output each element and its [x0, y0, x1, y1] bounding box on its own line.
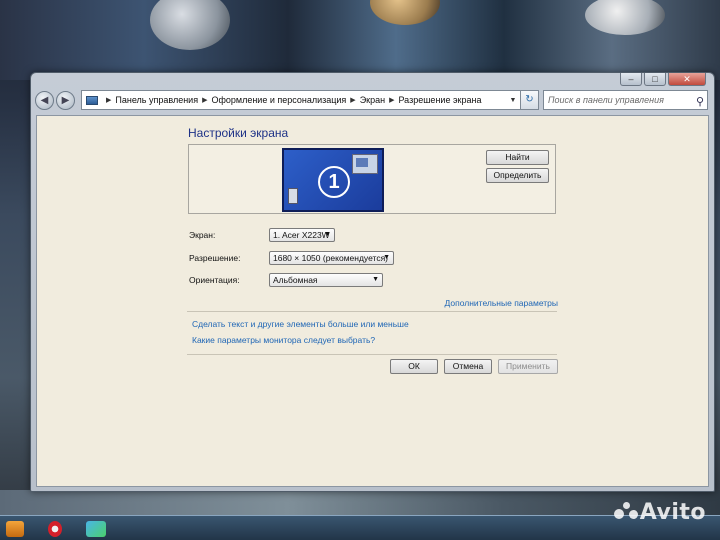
orientation-select[interactable]: Альбомная ▼ [269, 273, 383, 287]
screen-resolution-window: – □ ✕ ◀ ▶ ▶ Панель управления ▶ Оформлен… [30, 72, 715, 492]
ok-button[interactable]: ОК [390, 359, 438, 374]
monitor-layout-panel: 1 Найти Определить [188, 144, 556, 214]
address-bar[interactable]: ▶ Панель управления ▶ Оформление и персо… [81, 90, 521, 110]
address-dropdown-icon[interactable]: ▼ [506, 97, 520, 104]
monitor-number: 1 [318, 166, 350, 198]
avito-watermark: Avito [613, 500, 706, 525]
breadcrumb-screen-resolution[interactable]: Разрешение экрана [398, 95, 481, 105]
breadcrumb-control-panel[interactable]: Панель управления [115, 95, 198, 105]
window-controls: – □ ✕ [620, 73, 706, 87]
minimize-button[interactable]: – [620, 73, 642, 86]
search-input[interactable]: Поиск в панели управления ⚲ [543, 90, 708, 110]
resolution-select-value: 1680 × 1050 (рекомендуется) [273, 253, 388, 263]
avito-logo-icon [613, 500, 640, 522]
search-placeholder: Поиск в панели управления [548, 95, 664, 105]
computer-tower-icon [288, 188, 298, 204]
chevron-down-icon: ▼ [372, 276, 379, 283]
text-size-link[interactable]: Сделать текст и другие элементы больше и… [192, 319, 409, 329]
page-title: Настройки экрана [188, 126, 289, 140]
divider [187, 311, 557, 312]
orientation-label: Ориентация: [189, 275, 240, 285]
resolution-label: Разрешение: [189, 253, 241, 263]
cyclist-helmet-image [150, 0, 230, 50]
media-player-icon[interactable] [6, 521, 24, 537]
cyclist-helmet-image [370, 0, 440, 25]
screen-select[interactable]: 1. Acer X223W ▼ [269, 228, 335, 242]
screen-label: Экран: [189, 230, 216, 240]
refresh-icon[interactable]: ↻ [521, 90, 539, 110]
maximize-button[interactable]: □ [644, 73, 666, 86]
screen-select-value: 1. Acer X223W [273, 230, 330, 240]
find-button[interactable]: Найти [486, 150, 549, 165]
cyclist-helmet-image [585, 0, 665, 35]
chevron-down-icon: ▼ [324, 231, 331, 238]
desktop-wallpaper [0, 0, 720, 80]
control-panel-taskbar-icon[interactable] [86, 521, 106, 537]
close-button[interactable]: ✕ [668, 73, 706, 86]
avito-text: Avito [639, 500, 706, 525]
opera-browser-icon[interactable] [48, 521, 62, 537]
control-panel-icon [86, 95, 98, 105]
forward-button[interactable]: ▶ [56, 90, 75, 110]
breadcrumb-display[interactable]: Экран [360, 95, 385, 105]
orientation-select-value: Альбомная [273, 275, 318, 285]
navigation-bar: ◀ ▶ ▶ Панель управления ▶ Оформление и п… [35, 87, 708, 113]
monitor-mini-icon [352, 154, 378, 174]
main-content: Настройки экрана 1 Найти Определить Экра… [36, 115, 709, 487]
back-button[interactable]: ◀ [35, 90, 54, 110]
taskbar [0, 515, 720, 540]
cancel-button[interactable]: Отмена [444, 359, 492, 374]
search-icon: ⚲ [695, 96, 704, 108]
monitor-1-thumbnail[interactable]: 1 [282, 148, 384, 212]
divider [187, 354, 557, 355]
resolution-select[interactable]: 1680 × 1050 (рекомендуется) ▼ [269, 251, 394, 265]
breadcrumb-appearance[interactable]: Оформление и персонализация [211, 95, 346, 105]
advanced-settings-link[interactable]: Дополнительные параметры [445, 298, 558, 308]
monitor-help-link[interactable]: Какие параметры монитора следует выбрать… [192, 335, 375, 345]
chevron-down-icon: ▼ [383, 254, 390, 261]
apply-button[interactable]: Применить [498, 359, 558, 374]
detect-button[interactable]: Определить [486, 168, 549, 183]
